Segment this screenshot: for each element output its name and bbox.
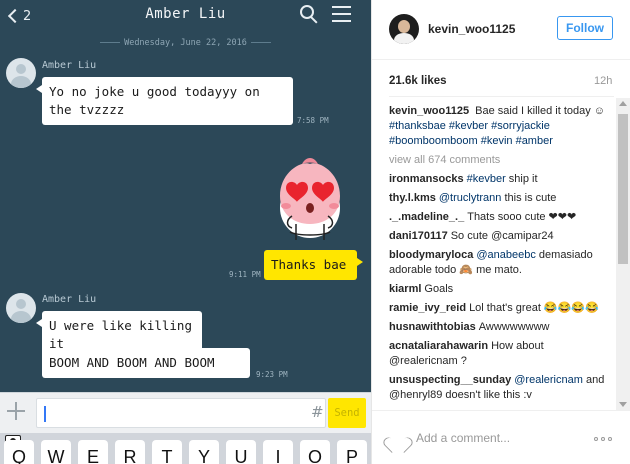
caption-text: Bae said I killed it today ☺: [475, 105, 606, 117]
comments-list: kevin_woo1125 Bae said I killed it today…: [389, 104, 614, 410]
comment-username[interactable]: kiarml: [389, 283, 421, 295]
comment: acnataliarahawarin How about @realericnam…: [389, 339, 614, 369]
comment: thy.l.kms @truclytrann this is cute: [389, 191, 614, 206]
view-all-comments-link[interactable]: view all 674 comments: [389, 153, 614, 168]
message-input-bar: # Send: [0, 392, 371, 433]
key-u[interactable]: U: [226, 440, 256, 464]
comment-link[interactable]: @realericnam: [514, 374, 583, 386]
comment-username[interactable]: bloodymaryloca: [389, 249, 473, 261]
caption-hashtags[interactable]: #thanksbae #kevber #sorryjackie #boomboo…: [389, 120, 553, 147]
follow-button[interactable]: Follow: [557, 16, 613, 40]
key-q[interactable]: Q: [4, 440, 34, 464]
comment-username[interactable]: unsuspecting__sunday: [389, 374, 511, 386]
comment: bloodymaryloca @anabeebc demasiado adorab…: [389, 248, 614, 278]
scrollbar-thumb[interactable]: [618, 114, 628, 264]
key-r[interactable]: R: [115, 440, 145, 464]
comment: ironmansocks #kevber ship it: [389, 172, 614, 187]
instagram-post-panel: kevin_woo1125 Follow 21.6k likes 12h kev…: [371, 0, 630, 464]
comment-text: So cute @camipar24: [450, 230, 554, 242]
comment-link[interactable]: @truclytrann: [439, 192, 502, 204]
hashtag-button[interactable]: #: [311, 403, 324, 421]
sender-name: Amber Liu: [42, 60, 97, 71]
comment: husnawithtobias Awwwwwwww: [389, 320, 614, 335]
comment-text: Awwwwwwww: [478, 321, 550, 333]
search-icon[interactable]: [300, 5, 320, 25]
chat-window: 2 Amber Liu Wednesday, June 22, 2016 Amb…: [0, 0, 371, 464]
comment-text: Goals: [424, 283, 454, 295]
add-comment-bar: Add a comment...: [372, 410, 630, 464]
comment-username[interactable]: husnawithtobias: [389, 321, 476, 333]
post-header: kevin_woo1125 Follow: [372, 0, 630, 60]
avatar[interactable]: [389, 14, 419, 44]
comment: ._.madeline_._ Thats sooo cute ❤❤❤: [389, 210, 614, 225]
avatar[interactable]: [6, 58, 36, 88]
message-input[interactable]: #: [36, 398, 355, 428]
key-o[interactable]: O: [300, 440, 330, 464]
comment-text: this is cute: [501, 192, 557, 204]
comment-text: Lol that's great 😂😂😂😂: [469, 302, 599, 314]
key-p[interactable]: P: [337, 440, 367, 464]
divider: [389, 96, 614, 97]
caption: kevin_woo1125 Bae said I killed it today…: [389, 104, 614, 149]
post-age: 12h: [594, 75, 613, 87]
likes-count[interactable]: 21.6k likes: [389, 75, 447, 87]
like-heart-icon[interactable]: [389, 431, 407, 447]
menu-icon[interactable]: [332, 6, 351, 22]
scroll-up-arrow-icon[interactable]: [619, 101, 627, 106]
comment: dani170117 So cute @camipar24: [389, 229, 614, 244]
message-time: 7:58 PM: [297, 116, 329, 125]
comment: ramie_ivy_reid Lol that's great 😂😂😂😂: [389, 301, 614, 316]
message-bubble[interactable]: BOOM AND BOOM AND BOOM: [42, 348, 250, 378]
comment: unsuspecting__sunday @realericnam and @he…: [389, 373, 614, 403]
message-time: 9:11 PM: [229, 270, 261, 279]
key-e[interactable]: E: [78, 440, 108, 464]
avatar[interactable]: [6, 293, 36, 323]
comment-link[interactable]: #kevber: [467, 173, 506, 185]
peach-sticker[interactable]: [262, 150, 358, 246]
key-t[interactable]: T: [152, 440, 182, 464]
my-message-bubble[interactable]: Thanks bae: [264, 250, 363, 280]
key-y[interactable]: Y: [189, 440, 219, 464]
more-options-icon[interactable]: [594, 437, 614, 441]
key-w[interactable]: W: [41, 440, 71, 464]
keyboard: Q W E R T Y U I O P: [0, 433, 371, 464]
caption-username[interactable]: kevin_woo1125: [389, 105, 469, 117]
comment-username[interactable]: dani170117: [389, 230, 448, 242]
comment-username[interactable]: thy.l.kms: [389, 192, 436, 204]
post-username[interactable]: kevin_woo1125: [428, 22, 515, 36]
comment-username[interactable]: acnataliarahawarin: [389, 340, 488, 352]
comment-username[interactable]: ironmansocks: [389, 173, 464, 185]
key-i[interactable]: I: [263, 440, 293, 464]
comment-link[interactable]: @anabeebc: [476, 249, 536, 261]
plus-icon[interactable]: [6, 401, 26, 421]
sender-name: Amber Liu: [42, 294, 97, 305]
comment-text: Thats sooo cute ❤❤❤: [467, 211, 577, 223]
message-bubble[interactable]: Yo no joke u good todayyy on the tvzzzz: [36, 77, 293, 125]
send-button[interactable]: Send: [328, 398, 366, 428]
message-time: 9:23 PM: [256, 370, 288, 379]
text-caret: [44, 406, 46, 422]
comment: kiarml Goals: [389, 282, 614, 297]
comment-username[interactable]: ramie_ivy_reid: [389, 302, 466, 314]
comment-username[interactable]: ._.madeline_._: [389, 211, 464, 223]
scroll-down-arrow-icon[interactable]: [619, 402, 627, 407]
add-comment-input[interactable]: Add a comment...: [416, 431, 510, 445]
chat-header: 2 Amber Liu: [0, 0, 371, 34]
date-separator: Wednesday, June 22, 2016: [0, 38, 371, 48]
comment-text: ship it: [505, 173, 538, 185]
comments-scrollbar[interactable]: [616, 98, 630, 410]
